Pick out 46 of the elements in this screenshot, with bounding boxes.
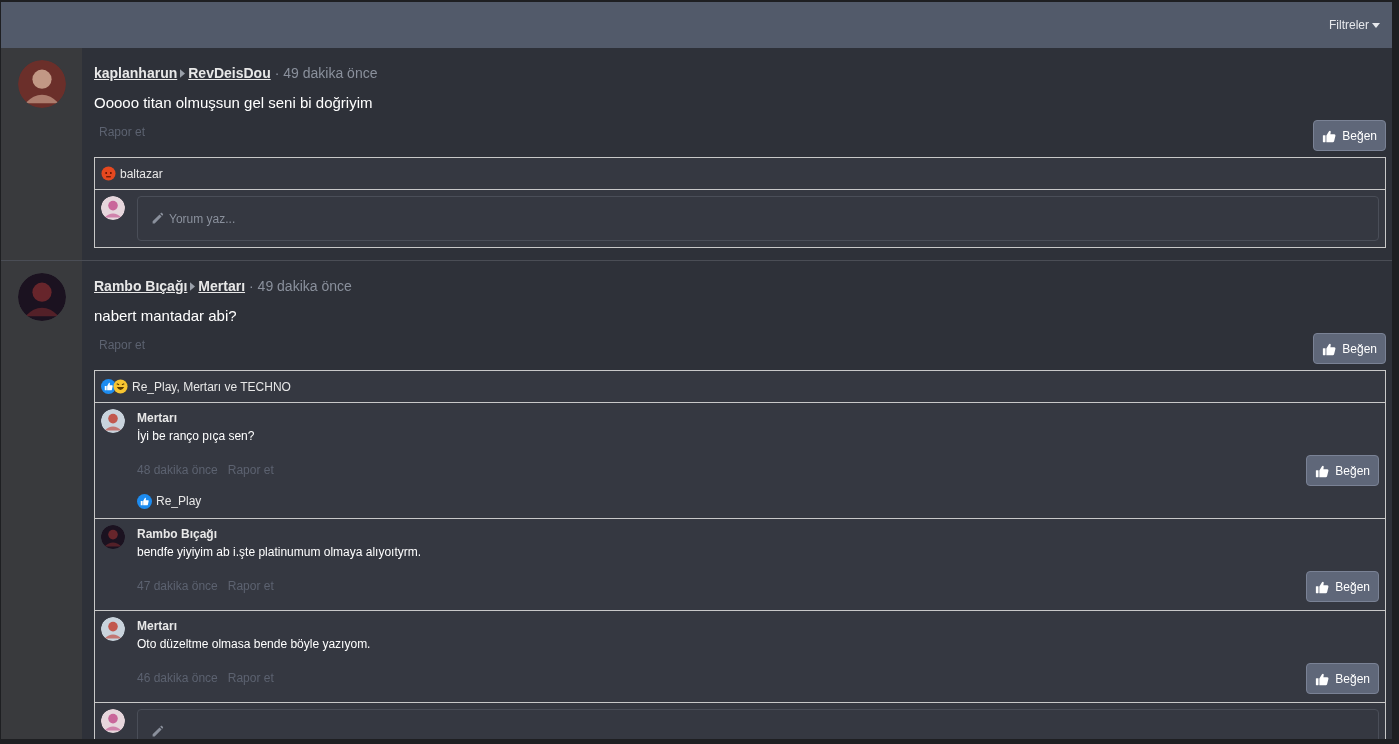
reply-text: İyi be ranço pıça sen?: [137, 428, 256, 445]
author-link[interactable]: kaplanharun: [94, 62, 178, 84]
thumbs-up-icon: [1315, 671, 1330, 686]
like-button[interactable]: Beğen: [1306, 571, 1379, 602]
like-button[interactable]: Beğen: [1306, 663, 1379, 694]
reaction-names[interactable]: baltazar: [120, 164, 163, 183]
post-text: Ooooo titan olmuşsun gel seni bi doğriyim: [94, 93, 374, 113]
reply-text: Oto düzeltme olmasa bende böyle yazıyom.: [137, 636, 372, 653]
comment-placeholder: Yorum yaz...: [169, 210, 236, 228]
post-text: nabert mantadar abi?: [94, 306, 238, 326]
laughing-face-icon: [113, 379, 128, 394]
avatar: [101, 525, 125, 549]
avatar: [101, 617, 125, 641]
avatar: [17, 60, 66, 108]
thumbs-up-icon: [1315, 463, 1330, 478]
pencil-icon: [151, 725, 164, 738]
like-reaction-icon: [101, 379, 116, 394]
caret-icon: [190, 281, 196, 291]
avatar: [101, 409, 125, 433]
reply-text: bendfe yiyiyim ab i.şte platinumum olmaya alıyoıtyrm.: [137, 544, 423, 561]
thumbs-up-icon: [1322, 128, 1337, 143]
comment-field[interactable]: Yorum yaz...: [137, 196, 1379, 241]
reaction-names[interactable]: Re_Play, Mertarı ve TECHNO: [132, 377, 291, 396]
thumbs-up-icon: [1322, 341, 1337, 356]
angry-face-icon: [101, 166, 116, 181]
author-link[interactable]: Rambo Bıçağı: [94, 275, 188, 297]
avatar: [101, 196, 125, 220]
filters-dropdown[interactable]: Filtreler: [1329, 16, 1380, 34]
reaction-names[interactable]: Re_Play: [156, 492, 202, 510]
thumbs-up-icon: [1315, 579, 1330, 594]
reply-author[interactable]: Rambo Bıçağı: [137, 525, 1379, 543]
like-button[interactable]: Beğen: [1313, 333, 1386, 364]
post-time: · 49 dakika önce: [274, 64, 378, 83]
like-button[interactable]: Beğen: [1313, 120, 1386, 151]
post-time: · 49 dakika önce: [249, 277, 352, 296]
like-reaction-icon: [137, 493, 152, 509]
caret-down-icon: [1372, 22, 1380, 28]
pencil-icon: [151, 212, 164, 225]
reply-author[interactable]: Mertarı: [137, 617, 1379, 635]
like-button[interactable]: Beğen: [1306, 455, 1379, 486]
reply-author[interactable]: Mertarı: [137, 409, 1379, 427]
target-link[interactable]: RevDeisDou: [188, 62, 271, 84]
target-link[interactable]: Mertarı: [198, 275, 246, 297]
avatar: [17, 273, 66, 321]
avatar: [101, 709, 125, 733]
caret-icon: [180, 68, 186, 78]
